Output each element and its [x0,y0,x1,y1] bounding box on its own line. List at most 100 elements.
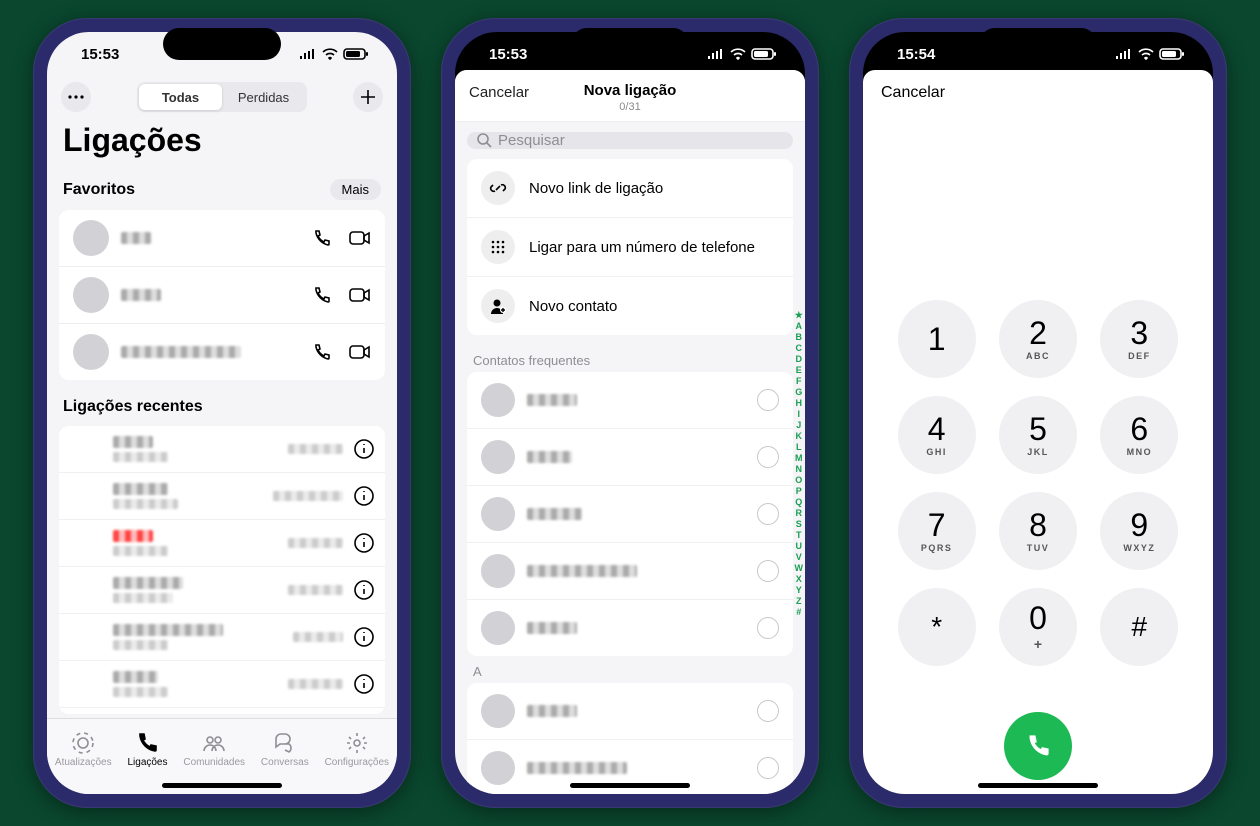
index-letter[interactable]: G [795,387,802,398]
tab-communities[interactable]: Comunidades [183,731,245,768]
index-letter[interactable]: L [796,442,802,453]
keypad-key-2[interactable]: 2ABC [999,300,1077,378]
index-letter[interactable]: ★ [795,310,803,321]
keypad-key-3[interactable]: 3DEF [1100,300,1178,378]
favorite-item[interactable] [59,267,385,324]
cancel-button[interactable]: Cancelar [469,84,529,101]
index-letter[interactable]: R [796,508,803,519]
recent-call-row[interactable] [59,426,385,473]
new-call-button[interactable] [353,82,383,112]
search-icon [477,133,492,148]
audio-call-button[interactable] [311,341,333,363]
index-letter[interactable]: W [795,563,804,574]
index-letter[interactable]: E [796,365,802,376]
recent-call-row[interactable] [59,473,385,520]
audio-call-button[interactable] [311,284,333,306]
index-letter[interactable]: J [796,420,801,431]
contact-row[interactable] [467,486,793,543]
info-icon[interactable] [353,673,375,695]
index-letter[interactable]: B [796,332,803,343]
keypad-key-6[interactable]: 6MNO [1100,396,1178,474]
select-radio[interactable] [757,389,779,411]
battery-icon [1159,48,1185,60]
tab-settings[interactable]: Configurações [325,731,389,768]
index-letter[interactable]: A [796,321,803,332]
home-indicator[interactable] [570,783,690,788]
select-radio[interactable] [757,700,779,722]
info-icon[interactable] [353,438,375,460]
audio-call-button[interactable] [311,227,333,249]
tab-calls[interactable]: Ligações [127,731,167,768]
index-letter[interactable]: M [795,453,803,464]
search-input[interactable]: Pesquisar [467,132,793,149]
index-letter[interactable]: V [796,552,802,563]
more-menu-button[interactable] [61,82,91,112]
index-letter[interactable]: Z [796,596,802,607]
favorite-item[interactable] [59,210,385,267]
recent-call-row[interactable] [59,520,385,567]
recent-call-row[interactable] [59,614,385,661]
keypad-key-9[interactable]: 9WXYZ [1100,492,1178,570]
video-call-button[interactable] [349,284,371,306]
battery-icon [343,48,369,60]
keypad-key-hash[interactable]: # [1100,588,1178,666]
recent-call-row[interactable] [59,661,385,708]
video-icon [349,344,371,360]
select-radio[interactable] [757,757,779,779]
keypad-key-0[interactable]: 0+ [999,588,1077,666]
tab-chats[interactable]: Conversas [261,731,309,768]
index-letter[interactable]: Y [796,585,802,596]
keypad-key-1[interactable]: 1 [898,300,976,378]
contact-row[interactable] [467,543,793,600]
keypad-key-star[interactable]: * [898,588,976,666]
contact-row[interactable] [467,372,793,429]
dial-call-button[interactable] [1004,712,1072,780]
select-radio[interactable] [757,617,779,639]
index-letter[interactable]: F [796,376,802,387]
index-letter[interactable]: I [797,409,800,420]
video-call-button[interactable] [349,227,371,249]
keypad-key-7[interactable]: 7PQRS [898,492,976,570]
info-icon[interactable] [353,532,375,554]
index-letter[interactable]: H [796,398,803,409]
select-radio[interactable] [757,503,779,525]
home-indicator[interactable] [978,783,1098,788]
video-call-button[interactable] [349,341,371,363]
index-letter[interactable]: N [796,464,803,475]
select-radio[interactable] [757,446,779,468]
index-letter[interactable]: P [796,486,802,497]
index-letter[interactable]: T [796,530,802,541]
favorites-more-button[interactable]: Mais [330,179,381,200]
new-contact-button[interactable]: Novo contato [467,277,793,335]
index-letter[interactable]: O [795,475,802,486]
segment-missed[interactable]: Perdidas [222,84,305,110]
index-letter[interactable]: Q [795,497,802,508]
keypad-key-5[interactable]: 5JKL [999,396,1077,474]
index-letter[interactable]: S [796,519,802,530]
index-letter[interactable]: # [796,607,801,618]
index-letter[interactable]: U [796,541,803,552]
keypad-key-4[interactable]: 4GHI [898,396,976,474]
new-call-link-button[interactable]: Novo link de ligação [467,159,793,218]
favorite-item[interactable] [59,324,385,380]
tab-updates[interactable]: Atualizações [55,731,112,768]
alphabet-index[interactable]: ★ABCDEFGHIJKLMNOPQRSTUVWXYZ# [795,310,804,618]
info-icon[interactable] [353,485,375,507]
keypad-key-8[interactable]: 8TUV [999,492,1077,570]
info-icon[interactable] [353,626,375,648]
home-indicator[interactable] [162,783,282,788]
contact-row[interactable] [467,683,793,740]
contact-row[interactable] [467,429,793,486]
contact-row[interactable] [467,600,793,656]
segment-all[interactable]: Todas [139,84,222,110]
recent-call-row[interactable] [59,708,385,714]
cancel-button[interactable]: Cancelar [881,84,1195,102]
recent-call-row[interactable] [59,567,385,614]
index-letter[interactable]: D [796,354,803,365]
index-letter[interactable]: K [796,431,803,442]
index-letter[interactable]: C [796,343,803,354]
index-letter[interactable]: X [796,574,802,585]
info-icon[interactable] [353,579,375,601]
call-phone-number-button[interactable]: Ligar para um número de telefone [467,218,793,277]
select-radio[interactable] [757,560,779,582]
